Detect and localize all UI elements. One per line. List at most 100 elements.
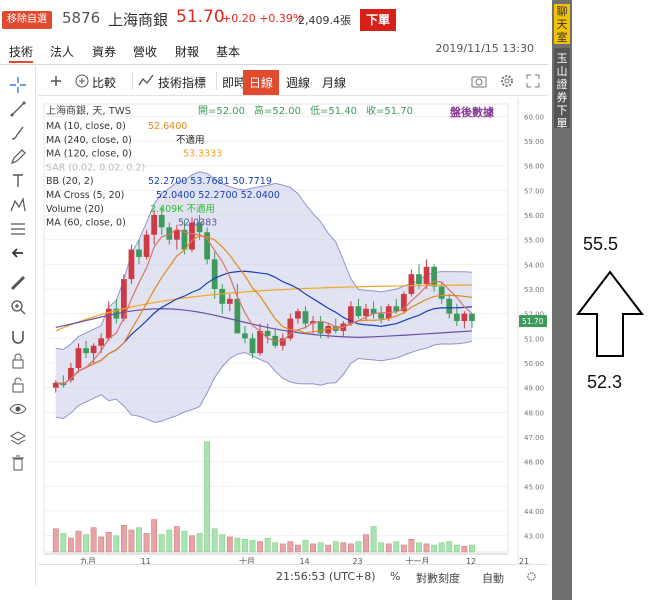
compare-plus-icon[interactable] [48, 73, 64, 89]
target-low-label: 52.3 [587, 372, 623, 392]
date-axis: 九月 11 十月 14 23 十一月 12 21 [44, 553, 529, 564]
volume-bar [204, 441, 211, 553]
legend-name: MA Cross (5, 20) [46, 190, 124, 201]
trend-line-icon[interactable] [9, 100, 27, 118]
settings-gear-icon[interactable] [499, 73, 515, 89]
ohlc-low: 低=51.40 [310, 104, 357, 117]
legend-value: 52.6400 [148, 121, 187, 132]
percent-toggle[interactable]: % [390, 570, 400, 583]
camera-icon[interactable] [471, 73, 487, 89]
zoom-icon[interactable] [9, 298, 27, 316]
eye-icon[interactable] [9, 400, 27, 418]
volume-bar [310, 543, 316, 553]
toolbar-divider [132, 72, 133, 90]
legend-value: 53.3333 [183, 149, 222, 160]
chart-toolbar: 比較 技術指標 即時 日線 週線 月線 [38, 66, 548, 96]
fullscreen-icon[interactable] [525, 73, 541, 89]
lock-drawing-icon[interactable] [9, 352, 27, 370]
volume-bar [105, 532, 112, 553]
tab-institutional[interactable]: 法人 [50, 43, 74, 60]
compare-button[interactable]: 比較 [92, 74, 116, 91]
brush-icon[interactable] [9, 124, 27, 142]
tab-technical[interactable]: 技術 [9, 43, 34, 63]
interval-monthly[interactable]: 月線 [322, 74, 346, 91]
tab-basic[interactable]: 基本 [216, 43, 240, 60]
y-tick-label: 48.00 [524, 409, 544, 417]
chat-room-button[interactable]: 聊天室 [554, 4, 570, 44]
interval-daily[interactable]: 日線 [243, 70, 280, 95]
x-tick-label: 21 [519, 557, 529, 564]
volume-bar [219, 534, 226, 553]
section-tabs: 技術 法人 資券 營收 財報 基本 2019/11/15 13:30 [0, 40, 548, 64]
drawing-toolbar [0, 66, 36, 586]
broker-order-button[interactable]: 玉山證券下單 [554, 48, 570, 130]
clock-readout: 21:56:53 (UTC+8) [276, 570, 376, 583]
candle-body [295, 311, 301, 319]
volume-bar [113, 535, 120, 553]
candle-body [363, 308, 369, 317]
last-price: 51.70 [176, 7, 225, 27]
volume-bar [453, 544, 460, 553]
ohlc-close: 收=51.70 [366, 104, 413, 117]
watermark-label: 盤後數據 [449, 105, 495, 119]
x-tick-label: 23 [352, 557, 362, 564]
x-tick-label: 12 [466, 557, 476, 564]
volume-bar [90, 527, 97, 553]
remove-watchlist-button[interactable]: 移除自選 [2, 11, 52, 29]
y-tick-label: 47.00 [524, 434, 544, 442]
layers-icon[interactable] [9, 430, 27, 448]
candle-body [355, 306, 362, 317]
y-tick-label: 49.00 [524, 385, 544, 393]
target-high-label: 55.5 [583, 234, 619, 254]
candle-body [378, 313, 385, 319]
ohlc-open: 開=52.00 [198, 105, 245, 117]
arrow-left-icon[interactable] [9, 244, 27, 262]
y-tick-label: 60.00 [524, 113, 544, 121]
trash-icon[interactable] [9, 454, 27, 472]
pen-icon[interactable] [9, 148, 27, 166]
tab-revenue[interactable]: 營收 [133, 43, 157, 60]
unlock-icon[interactable] [9, 376, 27, 394]
volume-bar [75, 530, 82, 553]
volume-bar [378, 542, 385, 553]
ohlc-high: 高=52.00 [254, 104, 301, 117]
volume-bar [370, 526, 377, 553]
ruler-icon[interactable] [9, 274, 27, 292]
volume-bar [83, 534, 89, 553]
volume-bar [249, 540, 256, 553]
candle-body [128, 249, 135, 280]
volume-bar [242, 538, 248, 553]
volume-bar [438, 542, 445, 553]
interval-weekly[interactable]: 週線 [286, 74, 310, 91]
candle-body [226, 298, 233, 304]
tab-financials[interactable]: 財報 [175, 43, 199, 60]
tab-margin[interactable]: 資券 [92, 43, 116, 60]
text-icon[interactable] [9, 172, 27, 190]
magnet-icon[interactable] [9, 328, 27, 346]
indicators-button[interactable]: 技術指標 [158, 74, 206, 91]
volume-bar [408, 538, 415, 553]
volume-bar [143, 533, 150, 553]
candle-body [438, 286, 445, 299]
candle-body [75, 348, 82, 368]
volume-bar [295, 544, 301, 553]
stock-code: 5876 [62, 9, 101, 27]
volume-bar [128, 529, 135, 553]
price-chart[interactable]: 60.00 59.00 58.00 57.00 56.00 55.00 54.00 53.00… [38, 98, 548, 564]
volume-bar [158, 534, 165, 553]
log-scale-toggle[interactable]: 對數刻度 [416, 570, 460, 586]
pattern-icon[interactable] [9, 196, 27, 214]
x-tick-label: 11 [141, 557, 151, 564]
chart-title: 上海商銀, 天, TWS [46, 104, 131, 117]
chart-statusbar: 21:56:53 (UTC+8) % 對數刻度 自動 [38, 564, 548, 586]
candle-body [461, 313, 468, 322]
order-button[interactable]: 下單 [360, 9, 396, 31]
fib-icon[interactable] [9, 220, 27, 238]
candle-body [136, 249, 142, 257]
chart-settings-icon[interactable] [526, 571, 537, 582]
y-tick-label: 56.00 [524, 212, 544, 220]
volume-bar [279, 543, 286, 553]
auto-scale-toggle[interactable]: 自動 [482, 570, 504, 586]
crosshair-icon[interactable] [9, 76, 27, 94]
volume-bar [325, 544, 332, 553]
